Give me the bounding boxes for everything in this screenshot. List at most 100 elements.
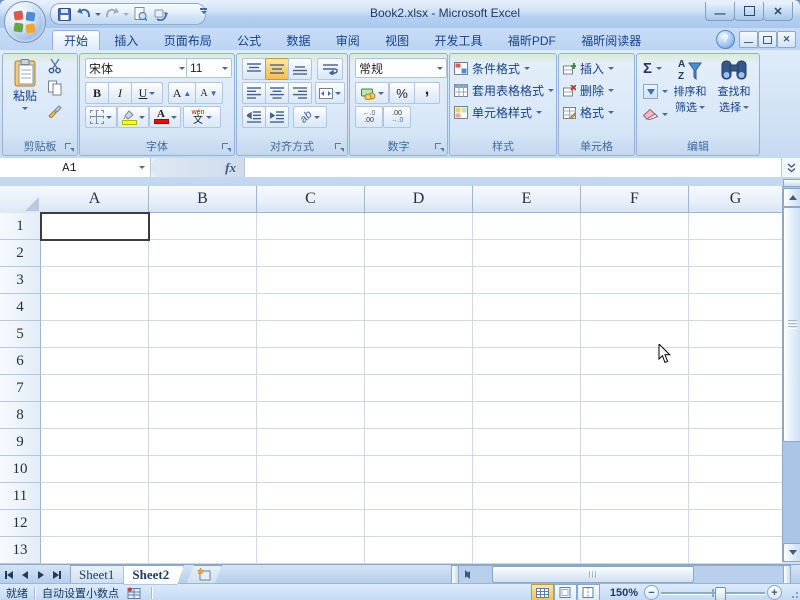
sheet-tab-sheet1[interactable]: Sheet1 (70, 565, 129, 585)
accounting-format-button[interactable] (355, 82, 389, 104)
comma-style-button[interactable]: , (414, 82, 440, 104)
underline-button[interactable]: U (131, 82, 163, 104)
first-sheet-button[interactable] (1, 567, 16, 582)
zoom-slider[interactable] (661, 585, 765, 600)
delete-cells-button[interactable]: 删除 (563, 80, 614, 101)
tab-review[interactable]: 审阅 (325, 31, 371, 51)
cut-button[interactable] (47, 58, 63, 74)
column-header-F[interactable]: F (581, 186, 689, 213)
window-restore-button[interactable] (734, 2, 764, 21)
row-header-12[interactable]: 12 (0, 510, 41, 537)
redo-dropdown-arrow[interactable] (123, 13, 129, 16)
increase-indent-button[interactable] (265, 106, 289, 128)
window-close-button[interactable]: ✕ (763, 2, 793, 21)
scrollbar-split-handle[interactable] (783, 565, 791, 584)
font-color-button[interactable]: A (149, 106, 181, 128)
copy-button[interactable] (47, 80, 63, 96)
horizontal-scroll-thumb[interactable] (492, 566, 694, 583)
insert-worksheet-button[interactable] (186, 565, 222, 585)
scroll-up-button[interactable] (783, 188, 800, 207)
font-size-select[interactable]: 11 (186, 58, 232, 78)
percent-style-button[interactable]: % (389, 82, 415, 104)
clear-button[interactable] (643, 104, 668, 125)
borders-button[interactable] (85, 106, 117, 128)
zoom-out-button[interactable]: − (644, 585, 659, 600)
row-header-6[interactable]: 6 (0, 348, 41, 375)
decrease-indent-button[interactable] (242, 106, 266, 128)
tab-page-layout[interactable]: 页面布局 (153, 31, 223, 51)
tab-foxit-reader[interactable]: 福昕阅读器 (570, 31, 652, 51)
vertical-scrollbar[interactable] (782, 186, 800, 562)
macro-record-button[interactable] (127, 587, 141, 599)
column-header-C[interactable]: C (257, 186, 365, 213)
decrease-decimal-button[interactable]: .00 →.0 (383, 106, 411, 128)
format-painter-button[interactable] (47, 102, 63, 118)
name-box[interactable]: A1 (0, 158, 151, 177)
align-top-button[interactable] (242, 58, 266, 80)
scroll-down-button[interactable] (783, 543, 800, 562)
zoom-in-button[interactable]: + (767, 585, 782, 600)
wrap-text-button[interactable] (317, 58, 343, 80)
italic-button[interactable]: I (108, 82, 132, 104)
select-all-button[interactable] (0, 186, 42, 214)
grow-font-button[interactable]: A▲ (168, 82, 196, 104)
cell-grid[interactable] (41, 213, 782, 564)
align-left-button[interactable] (242, 82, 266, 104)
tab-formulas[interactable]: 公式 (226, 31, 272, 51)
format-as-table-button[interactable]: 套用表格格式 (454, 80, 554, 101)
insert-function-button[interactable]: fx (151, 158, 245, 177)
shrink-font-button[interactable]: A▼ (195, 82, 223, 104)
font-name-select[interactable]: 宋体 (85, 58, 189, 78)
save-button[interactable] (55, 6, 73, 22)
fill-color-button[interactable] (117, 106, 149, 128)
column-header-B[interactable]: B (149, 186, 257, 213)
normal-view-button[interactable] (531, 584, 554, 600)
formula-input[interactable] (245, 158, 781, 177)
number-dialog-launcher[interactable] (435, 143, 445, 153)
merge-center-button[interactable] (315, 82, 345, 104)
row-header-3[interactable]: 3 (0, 267, 41, 294)
tab-foxit-pdf[interactable]: 福昕PDF (497, 31, 567, 51)
tab-data[interactable]: 数据 (275, 31, 321, 51)
column-header-D[interactable]: D (365, 186, 473, 213)
row-header-8[interactable]: 8 (0, 402, 41, 429)
align-middle-button[interactable] (265, 58, 289, 80)
help-button[interactable]: ? (716, 30, 735, 49)
resize-grip[interactable] (786, 586, 800, 600)
window-minimize-button[interactable]: — (705, 2, 735, 21)
column-header-A[interactable]: A (41, 186, 149, 213)
previous-sheet-button[interactable] (17, 567, 32, 582)
increase-decimal-button[interactable]: ←.0 .00 (355, 106, 383, 128)
tab-home[interactable]: 开始 (52, 30, 100, 51)
undo-button[interactable] (75, 6, 93, 22)
print-preview-button[interactable] (131, 6, 149, 22)
zoom-level[interactable]: 150% (610, 587, 638, 599)
expand-formula-bar-button[interactable] (781, 158, 800, 177)
insert-cells-button[interactable]: 插入 (563, 58, 614, 79)
conditional-formatting-button[interactable]: 条件格式 (454, 58, 530, 79)
row-header-7[interactable]: 7 (0, 375, 41, 402)
horizontal-scrollbar[interactable] (458, 565, 784, 584)
tab-developer[interactable]: 开发工具 (424, 31, 494, 51)
row-header-1[interactable]: 1 (0, 213, 41, 240)
row-header-5[interactable]: 5 (0, 321, 41, 348)
bold-button[interactable]: B (85, 82, 109, 104)
chevron-down-icon[interactable] (139, 166, 145, 169)
font-dialog-launcher[interactable] (222, 143, 232, 153)
selected-cell-A1[interactable] (40, 212, 150, 241)
sheet-tab-sheet2[interactable]: Sheet2 (123, 565, 184, 585)
row-header-10[interactable]: 10 (0, 456, 41, 483)
row-header-11[interactable]: 11 (0, 483, 41, 510)
page-break-preview-button[interactable] (577, 584, 600, 600)
vertical-split-handle[interactable] (783, 179, 800, 187)
row-header-2[interactable]: 2 (0, 240, 41, 267)
sort-filter-button[interactable]: A Z 排序和 筛选 (669, 56, 711, 136)
zoom-slider-thumb[interactable] (715, 587, 726, 600)
align-center-button[interactable] (265, 82, 289, 104)
vertical-scroll-thumb[interactable] (783, 207, 800, 442)
row-header-4[interactable]: 4 (0, 294, 41, 321)
page-layout-view-button[interactable] (554, 584, 577, 600)
last-sheet-button[interactable] (49, 567, 64, 582)
paste-button[interactable]: 粘贴 (6, 57, 44, 135)
tab-insert[interactable]: 插入 (103, 31, 149, 51)
